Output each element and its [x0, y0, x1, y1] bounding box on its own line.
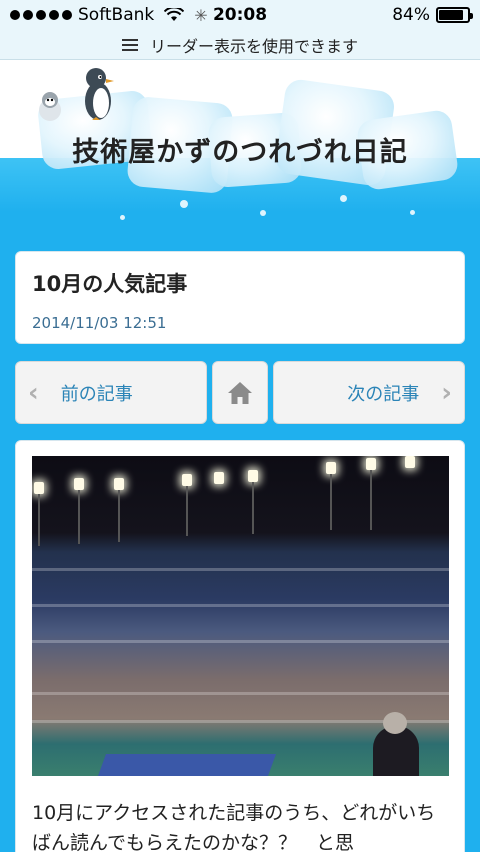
battery-fill: [439, 10, 463, 20]
light-pole: [38, 494, 40, 546]
stadium-light: [34, 482, 44, 494]
signal-strength-icon: [10, 10, 72, 20]
stadium-light: [74, 478, 84, 490]
reader-view-bar[interactable]: リーダー表示を使用できます: [0, 30, 480, 60]
article-header-card: 10月の人気記事 2014/11/03 12:51: [15, 251, 465, 344]
reader-view-icon[interactable]: [121, 38, 138, 51]
status-bar: SoftBank ✳ 20:08 84%: [0, 0, 480, 30]
wifi-icon: [164, 8, 185, 21]
next-article-button[interactable]: 次の記事 ›: [273, 361, 465, 424]
next-article-label: 次の記事: [347, 383, 420, 405]
stadium-light: [214, 472, 224, 484]
site-header[interactable]: 技術屋かずのつれづれ日記: [0, 60, 480, 240]
stadium-light: [114, 478, 124, 490]
light-pole: [78, 490, 80, 544]
stadium-photo: [32, 456, 449, 776]
bubble-decoration: [340, 195, 347, 202]
bubble-decoration: [410, 210, 415, 215]
penguin-icon: [85, 68, 114, 120]
stadium-light: [366, 458, 376, 470]
loading-spinner-icon: ✳: [194, 5, 208, 25]
battery-percent: 84%: [392, 5, 430, 25]
battery-icon: [436, 7, 473, 23]
stadium-tier: [32, 640, 449, 643]
prev-article-label: 前の記事: [60, 383, 133, 405]
prev-article-button[interactable]: ‹ 前の記事: [15, 361, 207, 424]
chevron-left-icon: ‹: [28, 377, 39, 408]
tennis-court: [97, 754, 277, 776]
spectator-silhouette: [373, 712, 419, 776]
stadium-tier: [32, 692, 449, 695]
stadium-light: [405, 456, 415, 468]
reader-view-label: リーダー表示を使用できます: [149, 36, 358, 56]
bubble-decoration: [180, 200, 188, 208]
article-date: 2014/11/03 12:51: [32, 314, 167, 332]
bubble-decoration: [120, 215, 125, 220]
article-title[interactable]: 10月の人気記事: [32, 268, 448, 298]
light-pole: [186, 486, 188, 536]
light-pole: [118, 490, 120, 542]
stadium-light: [326, 462, 336, 474]
light-pole: [330, 474, 332, 530]
light-pole: [252, 482, 254, 534]
article-body-text: 10月にアクセスされた記事のうち、どれがいちばん読んでもらえたのかな？？ と思: [32, 802, 436, 852]
stadium-light: [248, 470, 258, 482]
stadium-light: [182, 474, 192, 486]
stadium-tier: [32, 568, 449, 571]
home-icon: [228, 381, 252, 404]
home-button[interactable]: [212, 361, 268, 424]
stadium-tier: [32, 604, 449, 607]
site-title[interactable]: 技術屋かずのつれづれ日記: [0, 130, 480, 169]
article-body-card: 10月にアクセスされた記事のうち、どれがいちばん読んでもらえたのかな？？ と思: [15, 440, 465, 852]
bubble-decoration: [260, 210, 266, 216]
baby-penguin-icon: [39, 92, 61, 121]
light-pole: [370, 470, 372, 530]
carrier-name: SoftBank: [78, 5, 155, 25]
chevron-right-icon: ›: [441, 377, 452, 408]
